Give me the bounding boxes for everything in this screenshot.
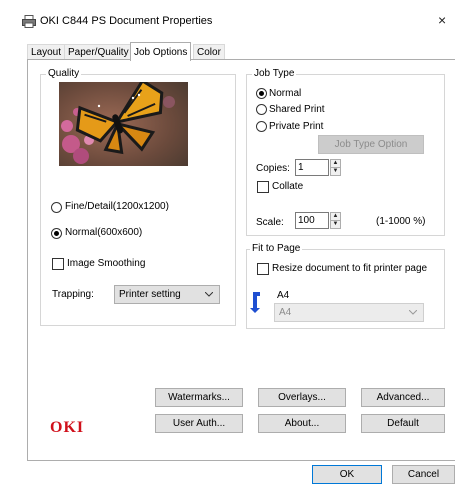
scale-input[interactable]: 100 [295,212,329,229]
chevron-down-icon [205,292,213,297]
trapping-value: Printer setting [119,289,181,300]
chevron-down-icon [409,310,417,315]
default-button[interactable]: Default [361,414,445,433]
quality-preview-image [59,82,188,166]
ok-button[interactable]: OK [312,465,382,484]
portrait-arrow-icon [250,292,260,313]
radio-shared-print[interactable] [256,104,267,115]
copies-input[interactable]: 1 [295,159,329,176]
radio-job-normal[interactable] [256,88,267,99]
shared-print-label: Shared Print [269,104,325,115]
printer-icon [22,15,36,28]
radio-normal-quality[interactable] [51,228,62,239]
oki-logo: OKI [50,419,85,436]
quality-group-label: Quality [46,68,82,79]
paper-size-select[interactable]: A4 [274,303,424,322]
radio-private-print[interactable] [256,121,267,132]
job-type-option-button[interactable]: Job Type Option [318,135,424,154]
tab-job-options[interactable]: Job Options [130,42,192,61]
image-smoothing-label: Image Smoothing [67,258,146,269]
scale-label: Scale: [256,217,284,228]
window-title: OKI C844 PS Document Properties [40,15,213,27]
cancel-button[interactable]: Cancel [392,465,455,484]
copies-up-arrow-icon[interactable]: ▲ [331,160,340,168]
overlays-button[interactable]: Overlays... [258,388,346,407]
scale-up-arrow-icon[interactable]: ▲ [331,213,340,221]
resize-document-checkbox[interactable] [257,263,269,275]
copies-down-arrow-icon[interactable]: ▼ [331,168,340,175]
image-smoothing-checkbox[interactable] [52,258,64,270]
scale-range-label: (1-1000 %) [376,216,426,227]
paper-size-value: A4 [279,307,292,318]
scale-spinner[interactable]: ▲ ▼ [330,212,341,229]
tab-layout[interactable]: Layout [27,44,66,60]
fit-to-page-group-label: Fit to Page [250,243,303,254]
resize-document-label: Resize document to fit printer page [272,263,428,274]
job-type-group-label: Job Type [252,68,297,79]
paper-size-label: A4 [277,290,290,301]
private-print-label: Private Print [269,121,324,132]
collate-label: Collate [272,181,304,192]
job-normal-label: Normal [269,88,302,99]
close-button[interactable]: × [438,12,446,28]
scale-down-arrow-icon[interactable]: ▼ [331,221,340,228]
collate-checkbox[interactable] [257,181,269,193]
trapping-label: Trapping: [52,289,94,300]
copies-spinner[interactable]: ▲ ▼ [330,159,341,176]
watermarks-button[interactable]: Watermarks... [155,388,243,407]
tab-paper-quality[interactable]: Paper/Quality [64,44,133,60]
copies-label: Copies: [256,163,290,174]
tab-color[interactable]: Color [193,44,225,60]
fine-detail-label: Fine/Detail(1200x1200) [65,201,169,212]
about-button[interactable]: About... [258,414,346,433]
normal-quality-label: Normal(600x600) [65,227,143,238]
radio-fine-detail[interactable] [51,202,62,213]
user-auth-button[interactable]: User Auth... [155,414,243,433]
trapping-select[interactable]: Printer setting [114,285,220,304]
advanced-button[interactable]: Advanced... [361,388,445,407]
